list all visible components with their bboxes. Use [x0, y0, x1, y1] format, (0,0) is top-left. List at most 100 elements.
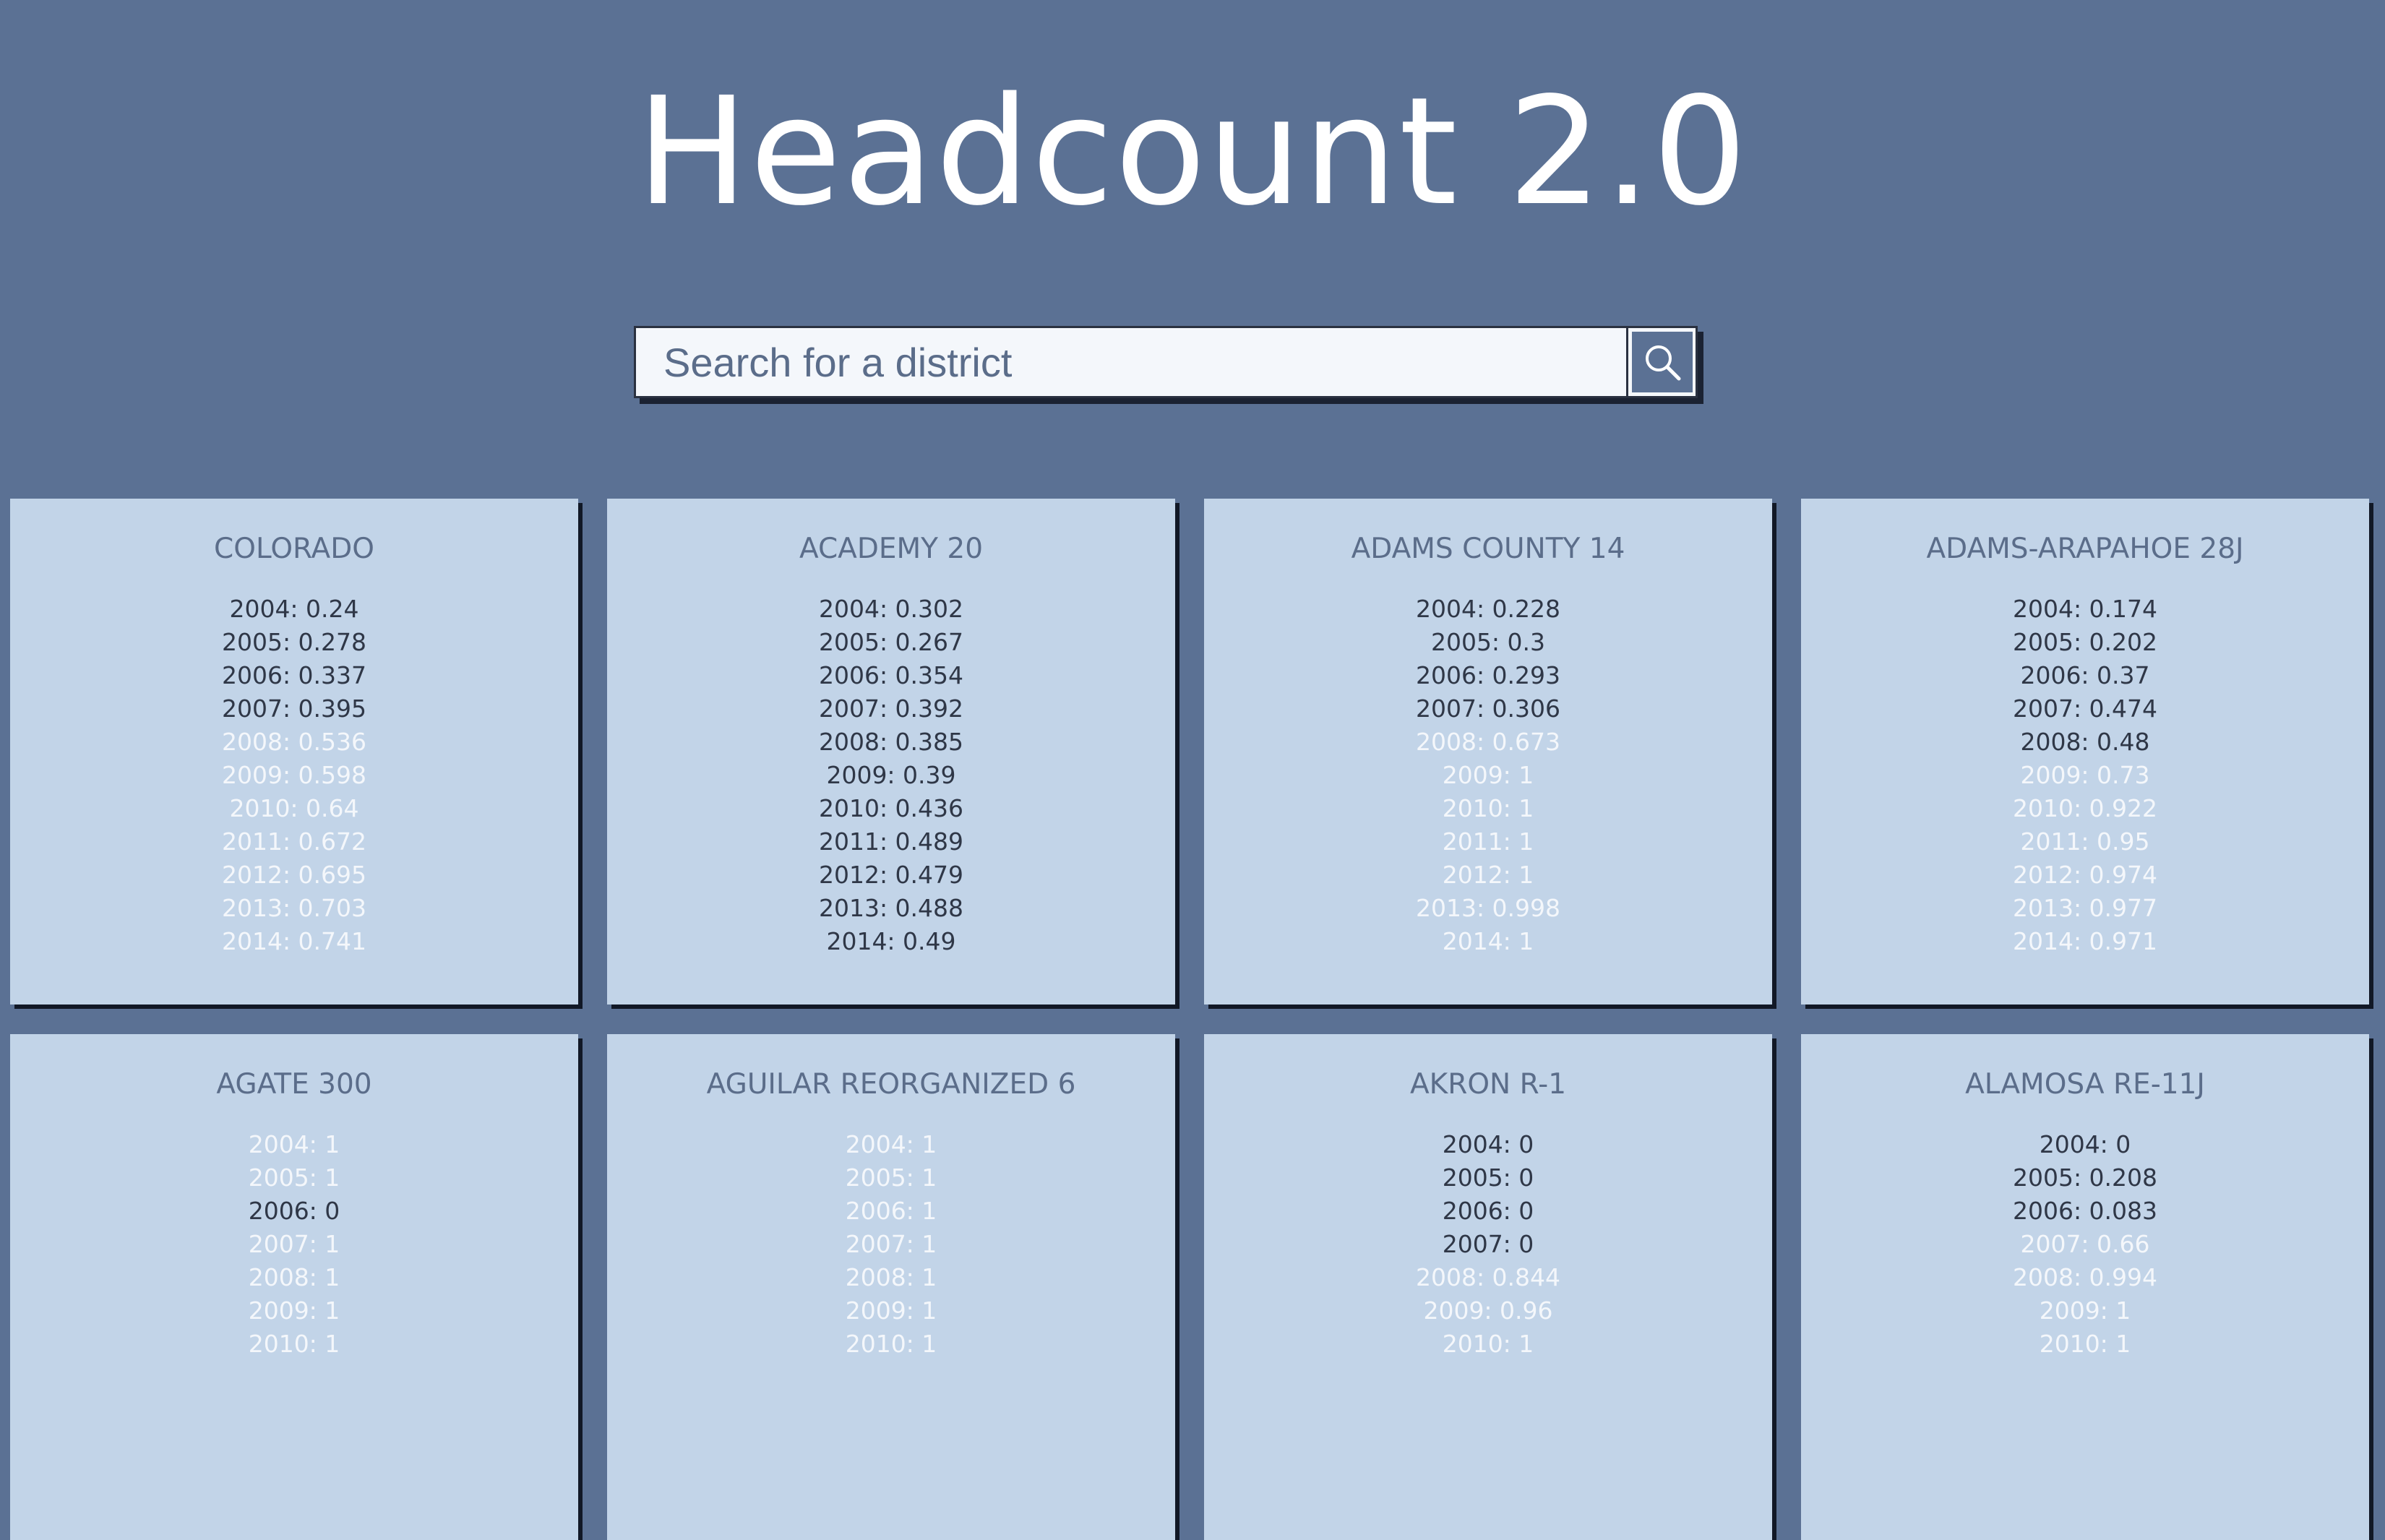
year-value: 2014: 0.49 — [826, 927, 956, 955]
year-value: 2012: 0.695 — [221, 861, 367, 889]
district-card[interactable]: ACADEMY 20 2004: 0.302 2005: 0.267 2006: 0.… — [607, 499, 1175, 1005]
year-value: 2009: 0.598 — [221, 761, 367, 789]
year-value: 2006: 0.293 — [1415, 661, 1561, 689]
year-list: 2004: 1 2005: 1 2006: 0 2007: 1 2008: 1 2009:… — [10, 1128, 578, 1361]
district-name: AGATE 300 — [216, 1068, 372, 1101]
year-value: 2004: 1 — [248, 1130, 340, 1158]
year-value: 2010: 0.922 — [2012, 794, 2158, 822]
district-card[interactable]: ALAMOSA RE-11J 2004: 0 2005: 0.208 2006: 0.… — [1801, 1034, 2369, 1540]
district-card[interactable]: ADAMS-ARAPAHOE 28J 2004: 0.174 2005: 0.202… — [1801, 499, 2369, 1005]
year-value: 2009: 0.96 — [1423, 1296, 1553, 1325]
year-value: 2008: 0.536 — [221, 728, 367, 756]
year-value: 2011: 0.95 — [2020, 827, 2150, 856]
year-value: 2006: 0 — [248, 1197, 340, 1225]
year-list: 2004: 0.228 2005: 0.3 2006: 0.293 2007: 0.3… — [1204, 593, 1772, 958]
year-value: 2004: 0.24 — [229, 595, 359, 623]
district-name: ACADEMY 20 — [799, 533, 984, 565]
year-value: 2011: 1 — [1442, 827, 1534, 856]
year-value: 2006: 0.083 — [2012, 1197, 2158, 1225]
year-value: 2005: 0 — [1442, 1163, 1534, 1192]
year-value: 2011: 0.672 — [221, 827, 367, 856]
page-title: Headcount 2.0 — [636, 65, 1749, 238]
year-value: 2007: 0.474 — [2012, 694, 2158, 723]
year-value: 2005: 0.208 — [2012, 1163, 2158, 1192]
year-list: 2004: 1 2005: 1 2006: 1 2007: 1 2008: 1 2009:… — [607, 1128, 1175, 1361]
year-list: 2004: 0.174 2005: 0.202 2006: 0.37 2007: 0.… — [1801, 593, 2369, 958]
year-value: 2014: 1 — [1442, 927, 1534, 955]
year-value: 2005: 0.267 — [818, 628, 964, 656]
year-value: 2011: 0.489 — [818, 827, 964, 856]
year-value: 2010: 1 — [1442, 1330, 1534, 1358]
year-value: 2008: 0.994 — [2012, 1263, 2158, 1291]
year-value: 2012: 0.974 — [2012, 861, 2158, 889]
district-name: AGUILAR REORGANIZED 6 — [706, 1068, 1076, 1101]
year-value: 2009: 0.39 — [826, 761, 956, 789]
year-list: 2004: 0.24 2005: 0.278 2006: 0.337 2007: 0.… — [10, 593, 578, 958]
district-card[interactable]: AGATE 300 2004: 1 2005: 1 2006: 0 2007: 1 200… — [10, 1034, 578, 1540]
year-value: 2007: 1 — [248, 1230, 340, 1258]
year-value: 2004: 1 — [845, 1130, 937, 1158]
year-value: 2009: 1 — [248, 1296, 340, 1325]
year-value: 2008: 0.385 — [818, 728, 964, 756]
year-value: 2005: 0.278 — [221, 628, 367, 656]
year-value: 2007: 0.66 — [2020, 1230, 2150, 1258]
year-value: 2010: 1 — [1442, 794, 1534, 822]
year-value: 2013: 0.977 — [2012, 894, 2158, 922]
year-value: 2010: 0.436 — [818, 794, 964, 822]
year-value: 2010: 1 — [248, 1330, 340, 1358]
year-value: 2006: 1 — [845, 1197, 937, 1225]
year-value: 2009: 1 — [845, 1296, 937, 1325]
year-value: 2012: 1 — [1442, 861, 1534, 889]
search-input[interactable] — [636, 328, 1626, 396]
search-bar — [634, 326, 1698, 398]
year-value: 2005: 0.3 — [1430, 628, 1546, 656]
year-value: 2013: 0.703 — [221, 894, 367, 922]
year-value: 2009: 1 — [1442, 761, 1534, 789]
year-value: 2005: 1 — [845, 1163, 937, 1192]
year-value: 2004: 0 — [2039, 1130, 2131, 1158]
year-value: 2008: 0.673 — [1415, 728, 1561, 756]
year-value: 2008: 1 — [248, 1263, 340, 1291]
year-value: 2010: 1 — [2039, 1330, 2131, 1358]
year-value: 2013: 0.488 — [818, 894, 964, 922]
district-card[interactable]: AKRON R-1 2004: 0 2005: 0 2006: 0 2007: 0 200… — [1204, 1034, 1772, 1540]
district-card[interactable]: COLORADO 2004: 0.24 2005: 0.278 2006: 0.337… — [10, 499, 578, 1005]
district-name: ALAMOSA RE-11J — [1965, 1068, 2205, 1101]
year-value: 2008: 0.48 — [2020, 728, 2150, 756]
district-card[interactable]: ADAMS COUNTY 14 2004: 0.228 2005: 0.3 2006:… — [1204, 499, 1772, 1005]
year-value: 2007: 0.306 — [1415, 694, 1561, 723]
year-value: 2014: 0.971 — [2012, 927, 2158, 955]
year-value: 2008: 1 — [845, 1263, 937, 1291]
district-name: ADAMS COUNTY 14 — [1351, 533, 1625, 565]
district-name: AKRON R-1 — [1409, 1068, 1567, 1101]
district-card[interactable]: AGUILAR REORGANIZED 6 2004: 1 2005: 1 2006:… — [607, 1034, 1175, 1540]
year-list: 2004: 0 2005: 0 2006: 0 2007: 0 2008: 0.844 2… — [1204, 1128, 1772, 1361]
year-value: 2012: 0.479 — [818, 861, 964, 889]
year-value: 2006: 0.37 — [2020, 661, 2150, 689]
year-value: 2007: 1 — [845, 1230, 937, 1258]
year-value: 2013: 0.998 — [1415, 894, 1561, 922]
district-name: COLORADO — [214, 533, 374, 565]
year-value: 2005: 1 — [248, 1163, 340, 1192]
year-value: 2009: 0.73 — [2020, 761, 2150, 789]
year-value: 2007: 0 — [1442, 1230, 1534, 1258]
search-icon — [1645, 345, 1680, 381]
year-value: 2006: 0.354 — [818, 661, 964, 689]
year-list: 2004: 0.302 2005: 0.267 2006: 0.354 2007: 0… — [607, 593, 1175, 958]
year-value: 2007: 0.392 — [818, 694, 964, 723]
year-value: 2004: 0 — [1442, 1130, 1534, 1158]
district-name: ADAMS-ARAPAHOE 28J — [1926, 533, 2244, 565]
search-button[interactable] — [1626, 328, 1696, 396]
year-value: 2004: 0.228 — [1415, 595, 1561, 623]
year-value: 2007: 0.395 — [221, 694, 367, 723]
year-value: 2006: 0.337 — [221, 661, 367, 689]
year-list: 2004: 0 2005: 0.208 2006: 0.083 2007: 0.66 2… — [1801, 1128, 2369, 1361]
year-value: 2008: 0.844 — [1415, 1263, 1561, 1291]
year-value: 2010: 1 — [845, 1330, 937, 1358]
year-value: 2010: 0.64 — [229, 794, 359, 822]
year-value: 2005: 0.202 — [2012, 628, 2158, 656]
year-value: 2009: 1 — [2039, 1296, 2131, 1325]
year-value: 2014: 0.741 — [221, 927, 367, 955]
year-value: 2006: 0 — [1442, 1197, 1534, 1225]
year-value: 2004: 0.302 — [818, 595, 964, 623]
